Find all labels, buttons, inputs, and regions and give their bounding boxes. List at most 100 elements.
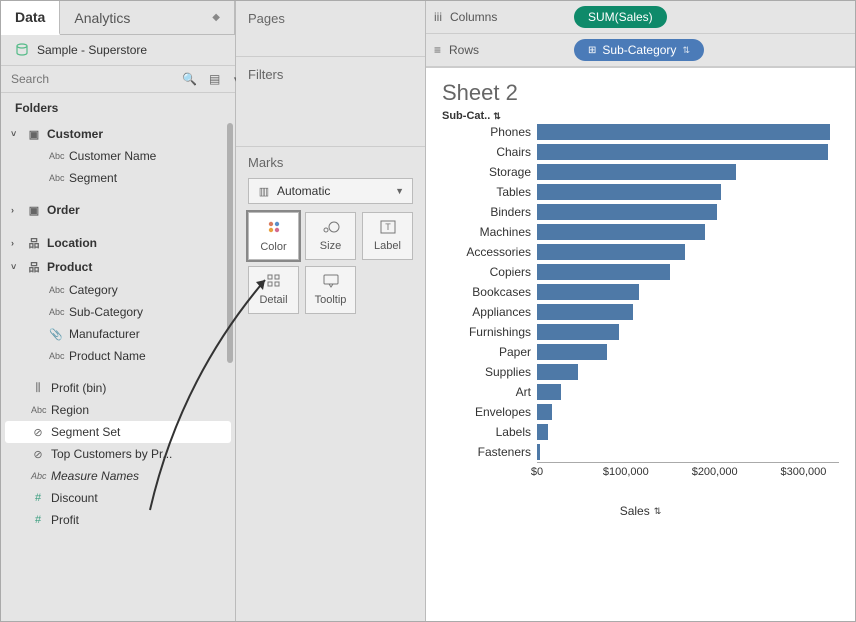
chart-area: PhonesChairsStorageTablesBindersMachines… [442,122,839,462]
bar[interactable] [537,204,717,220]
tree-item-label: Top Customers by Pr... [51,447,172,461]
tree-field[interactable]: #Profit [5,509,231,531]
tree-folder[interactable]: ˅品Product [5,255,231,279]
tree-folder[interactable]: ›▣Order [5,199,231,221]
tree-folder[interactable]: ˅▣Customer [5,123,231,145]
field-type-icon: Abc [49,307,63,317]
bar[interactable] [537,344,607,360]
tree-field[interactable]: AbcCustomer Name [5,145,231,167]
tree-field[interactable]: AbcSub-Category [5,301,231,323]
tree-item-label: Customer [47,127,103,141]
scrollbar-thumb[interactable] [227,123,233,363]
tab-analytics[interactable]: Analytics ◆ [60,1,235,34]
bar-row: Chairs [442,142,839,162]
tree-field[interactable]: AbcRegion [5,399,231,421]
tree-folder[interactable]: ›品Location [5,231,231,255]
bar-row: Phones [442,122,839,142]
marks-detail-button[interactable]: Detail [248,266,299,314]
bar[interactable] [537,224,705,240]
bar[interactable] [537,124,830,140]
plus-icon: ⊞ [588,45,596,56]
bar[interactable] [537,384,561,400]
marks-color-button[interactable]: Color [248,212,299,260]
chevron-icon: ˅ [11,262,21,272]
marks-detail-label: Detail [259,294,287,306]
columns-shelf[interactable]: iiiColumns SUM(Sales) [426,1,855,34]
columns-label: Columns [450,10,497,24]
search-icon[interactable]: 🔍 [176,68,203,90]
bar[interactable] [537,284,639,300]
marks-size-button[interactable]: Size [305,212,356,260]
bar[interactable] [537,264,670,280]
view-mode-icon[interactable]: ▤ [203,68,226,90]
data-panel: Data Analytics ◆ Sample - Superstore 🔍 ▤… [1,1,236,621]
datasource-icon [15,43,29,57]
columns-pill[interactable]: SUM(Sales) [574,6,667,28]
row-header[interactable]: Sub-Cat..⇅ [442,110,839,122]
sheet-title: Sheet 2 [442,80,839,106]
tree-field[interactable]: #Discount [5,487,231,509]
chevron-icon: › [11,238,21,248]
field-type-icon: Abc [31,405,45,415]
tree-field[interactable]: AbcCategory [5,279,231,301]
search-input[interactable] [1,66,176,92]
bar-row: Tables [442,182,839,202]
field-type-icon: Abc [31,471,45,481]
tree-item-label: Segment Set [51,425,120,439]
marks-label-button[interactable]: T Label [362,212,413,260]
field-type-icon: Abc [49,151,63,161]
tree-field[interactable]: Abc Segment [5,167,231,189]
field-type-icon: Abc [49,285,63,295]
bar[interactable] [537,444,540,460]
dropdown-icon: ▼ [395,186,404,196]
bar-row: Appliances [442,302,839,322]
view-panel: iiiColumns SUM(Sales) ≡Rows ⊞ Sub-Catego… [426,1,855,621]
bar-track [537,284,839,300]
marks-tooltip-label: Tooltip [315,294,347,306]
pages-label: Pages [248,11,413,26]
bar-track [537,304,839,320]
bar-row: Labels [442,422,839,442]
bar[interactable] [537,424,548,440]
bar[interactable] [537,184,721,200]
field-type-icon: Abc [49,173,63,183]
filters-shelf[interactable]: Filters [236,57,425,147]
tree-item-label: Profit [51,513,79,527]
x-axis-title[interactable]: Sales ⇅ [442,504,839,518]
bar-row: Machines [442,222,839,242]
marks-size-label: Size [320,240,341,252]
marks-type-dropdown[interactable]: ▥Automatic ▼ [248,178,413,204]
datasource-row[interactable]: Sample - Superstore [1,35,235,66]
bar[interactable] [537,404,552,420]
tree-field[interactable]: ⊘Segment Set [5,421,231,443]
x-axis: $0$100,000$200,000$300,000 [537,462,839,482]
bar[interactable] [537,164,736,180]
bar[interactable] [537,144,828,160]
bar-track [537,404,839,420]
pages-shelf[interactable]: Pages [236,1,425,57]
tree-item-label: Segment [69,171,117,185]
chevron-icon: › [11,205,21,215]
tree-field[interactable]: AbcMeasure Names [5,465,231,487]
bar[interactable] [537,324,619,340]
rows-shelf[interactable]: ≡Rows ⊞ Sub-Category ⇅ [426,34,855,66]
axis-tick: $300,000 [781,466,827,478]
tree-field[interactable]: 📎Manufacturer [5,323,231,345]
tab-data[interactable]: Data [1,1,60,35]
tree-item-label: Location [47,236,97,250]
bar[interactable] [537,364,578,380]
tree-field[interactable]: AbcProduct Name [5,345,231,367]
folder-icon: ▣ [27,204,41,217]
tab-menu-icon: ◆ [212,12,220,23]
bar-track [537,344,839,360]
bar[interactable] [537,304,633,320]
bar-row: Envelopes [442,402,839,422]
tree-field[interactable]: ⊘Top Customers by Pr... [5,443,231,465]
rows-pill-label: Sub-Category [602,43,676,57]
tree-field[interactable]: ⫼Profit (bin) [5,377,231,399]
marks-label-label: Label [374,240,401,252]
rows-pill[interactable]: ⊞ Sub-Category ⇅ [574,39,704,61]
hierarchy-icon: 品 [27,259,41,275]
bar[interactable] [537,244,685,260]
marks-tooltip-button[interactable]: Tooltip [305,266,356,314]
